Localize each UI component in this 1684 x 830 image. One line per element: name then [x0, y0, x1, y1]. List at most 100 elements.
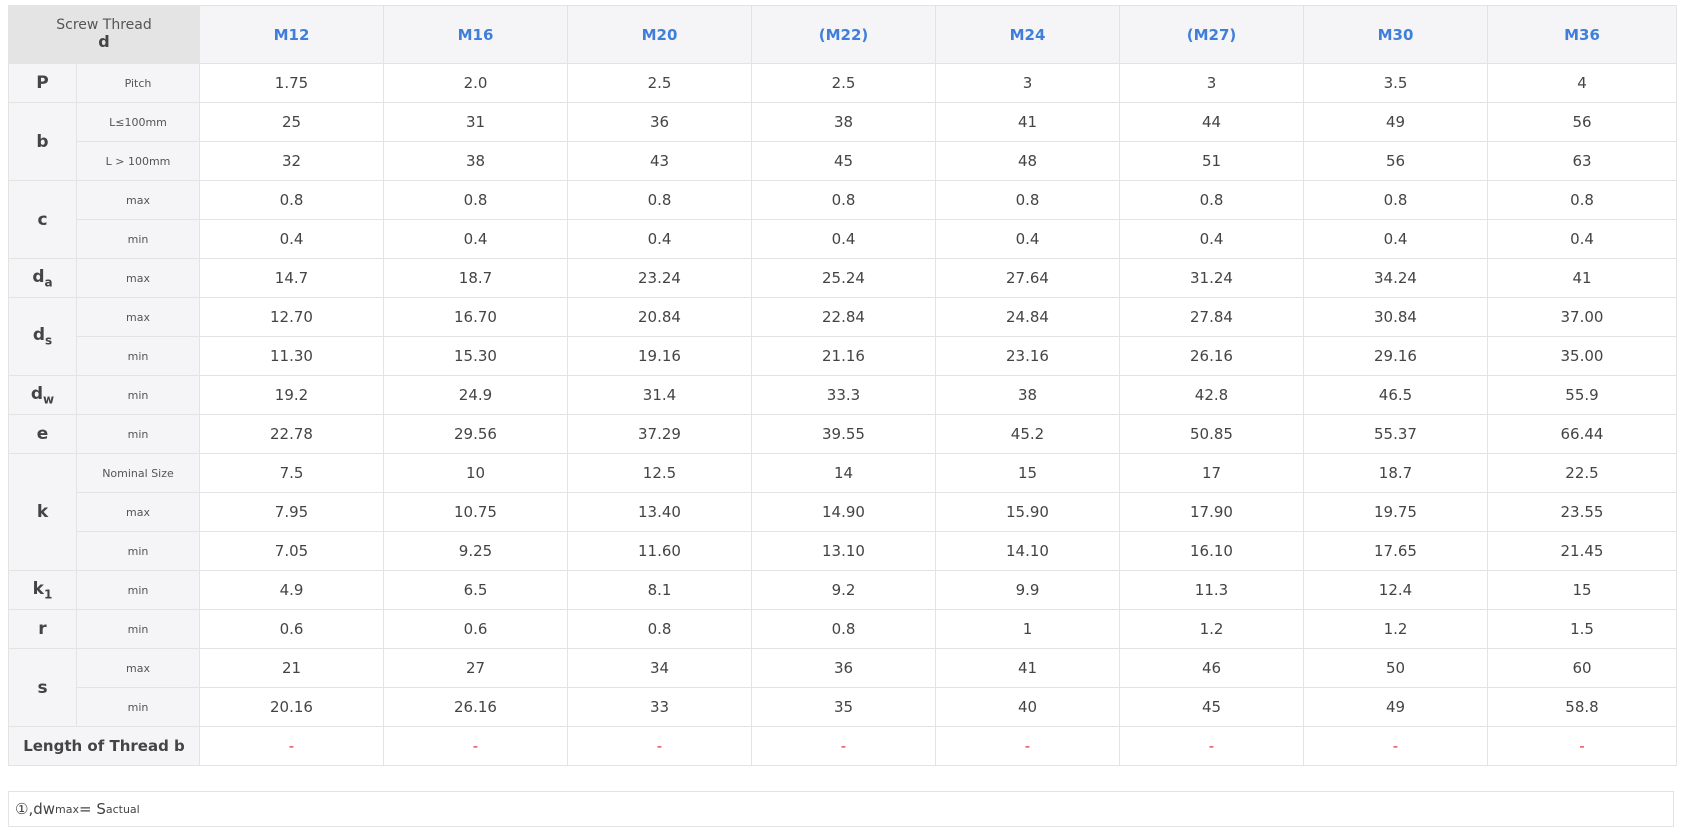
row-qualifier: max	[76, 492, 200, 532]
value-cell: 56	[1487, 102, 1677, 142]
value-cell: 7.05	[199, 531, 384, 571]
value-cell: 0.4	[1303, 219, 1488, 259]
value-cell: 11.3	[1119, 570, 1304, 610]
row-symbol-text: s	[37, 677, 48, 698]
value-cell: 0.8	[199, 180, 384, 220]
header-corner-bottom: d	[98, 32, 110, 52]
size-header: M16	[383, 5, 568, 64]
value-cell: 12.5	[567, 453, 752, 493]
size-header: M24	[935, 5, 1120, 64]
table-row: da max 14.7 18.7 23.24 25.24 27.64 31.24 34.24 41	[8, 258, 1677, 298]
footnote-prefix: ①,dw	[15, 800, 56, 818]
row-symbol-text: k	[36, 502, 49, 522]
value-cell: 10	[383, 453, 568, 493]
value-cell: 66.44	[1487, 414, 1677, 454]
row-symbol-text: d	[30, 383, 44, 404]
value-cell: 38	[751, 102, 936, 142]
value-cell: 39.55	[751, 414, 936, 454]
value-cell: 45	[751, 141, 936, 181]
value-cell: 42.8	[1119, 375, 1304, 415]
value-cell: 31	[383, 102, 568, 142]
table-row: e min 22.78 29.56 37.29 39.55 45.2 50.85 55.37 66…	[8, 414, 1677, 454]
value-cell: 23.55	[1487, 492, 1677, 532]
value-cell: 22.78	[199, 414, 384, 454]
value-cell: 26.16	[383, 687, 568, 727]
value-cell: 45	[1119, 687, 1304, 727]
row-qualifier: min	[76, 687, 200, 727]
row-qualifier: L > 100mm	[76, 141, 200, 181]
value-cell: 13.40	[567, 492, 752, 532]
value-cell: 27.64	[935, 258, 1120, 298]
value-cell: 0.8	[567, 180, 752, 220]
row-symbol: r	[8, 609, 77, 649]
value-cell: 27.84	[1119, 297, 1304, 337]
row-symbol-text: d	[32, 266, 45, 287]
thread-length-cell: -	[567, 726, 752, 766]
value-cell: 33.3	[751, 375, 936, 415]
value-cell: 50	[1303, 648, 1488, 688]
value-cell: 55.9	[1487, 375, 1677, 415]
value-cell: 60	[1487, 648, 1677, 688]
value-cell: 16.10	[1119, 531, 1304, 571]
value-cell: 14	[751, 453, 936, 493]
value-cell: 51	[1119, 141, 1304, 181]
value-cell: 34	[567, 648, 752, 688]
table-row: max 7.95 10.75 13.40 14.90 15.90 17.90 19.75 23.…	[9, 492, 1677, 532]
value-cell: 1.75	[199, 63, 384, 103]
row-symbol-text: c	[37, 209, 48, 230]
row-symbol-text: d	[32, 325, 45, 346]
row-qualifier: Nominal Size	[76, 453, 200, 493]
value-cell: 18.7	[1303, 453, 1488, 493]
table-row: s max 21 27 34 36 41 46 50 60	[8, 648, 1677, 727]
table-row: P Pitch 1.75 2.0 2.5 2.5 3 3 3.5 4	[8, 63, 1677, 103]
value-cell: 46.5	[1303, 375, 1488, 415]
value-cell: 12.70	[199, 297, 384, 337]
footnote-sub-actual: actual	[105, 802, 140, 816]
value-cell: 1.2	[1303, 609, 1488, 649]
value-cell: 2.0	[383, 63, 568, 103]
value-cell: 17	[1119, 453, 1304, 493]
thread-length-cell: -	[935, 726, 1120, 766]
value-cell: 22.5	[1487, 453, 1677, 493]
table-row: L > 100mm 32 38 43 45 48 51 56 63	[9, 141, 1677, 181]
row-qualifier: min	[76, 609, 200, 649]
value-cell: 35	[751, 687, 936, 727]
value-cell: 38	[383, 141, 568, 181]
row-symbol: c	[8, 180, 77, 259]
thread-length-cell: -	[199, 726, 384, 766]
value-cell: 4.9	[199, 570, 384, 610]
value-cell: 1	[935, 609, 1120, 649]
value-cell: 13.10	[751, 531, 936, 571]
value-cell: 24.84	[935, 297, 1120, 337]
value-cell: 15	[935, 453, 1120, 493]
value-cell: 11.30	[199, 336, 384, 376]
value-cell: 21	[199, 648, 384, 688]
row-qualifier: min	[76, 531, 200, 571]
footnote-sub-max: max	[55, 802, 79, 816]
thread-length-cell: -	[1119, 726, 1304, 766]
value-cell: 36	[567, 102, 752, 142]
header-corner-top: Screw Thread	[56, 17, 152, 34]
spec-table-wrapper: Screw Thread d M12 M16 M20 (M22) M24 (M27…	[8, 5, 1677, 766]
value-cell: 17.90	[1119, 492, 1304, 532]
value-cell: 23.16	[935, 336, 1120, 376]
value-cell: 0.4	[935, 219, 1120, 259]
row-symbol-text: e	[36, 424, 49, 444]
value-cell: 40	[935, 687, 1120, 727]
row-qualifier: min	[76, 570, 200, 610]
thread-length-cell: -	[383, 726, 568, 766]
value-cell: 9.2	[751, 570, 936, 610]
row-symbol: ds	[8, 297, 77, 376]
table-row: min 7.05 9.25 11.60 13.10 14.10 16.10 17.65 21.4…	[9, 531, 1677, 571]
value-cell: 2.5	[751, 63, 936, 103]
value-cell: 9.9	[935, 570, 1120, 610]
table-body: P Pitch 1.75 2.0 2.5 2.5 3 3 3.5 4 b L≤100mm 25 31 36 3…	[8, 63, 1677, 766]
value-cell: 46	[1119, 648, 1304, 688]
table-row: c max 0.8 0.8 0.8 0.8 0.8 0.8 0.8 0.8	[8, 180, 1677, 259]
table-row: min 11.30 15.30 19.16 21.16 23.16 26.16 29.16 35…	[9, 336, 1677, 376]
size-header: M12	[199, 5, 384, 64]
row-symbol-subscript: 1	[43, 587, 53, 602]
value-cell: 29.16	[1303, 336, 1488, 376]
value-cell: 0.6	[199, 609, 384, 649]
table-row: dw min 19.2 24.9 31.4 33.3 38 42.8 46.5 55.9	[8, 375, 1677, 415]
